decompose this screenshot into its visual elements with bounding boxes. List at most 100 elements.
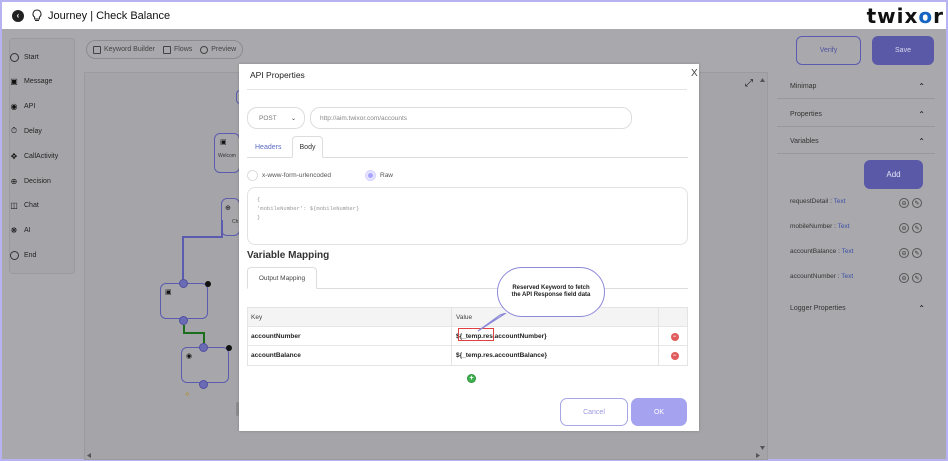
sidebar-item-callactivity[interactable]: ✥ CallActivity [9, 151, 59, 161]
edit-icon[interactable]: ✎ [912, 223, 922, 233]
sidebar-item-label: Decision [24, 177, 51, 185]
message-icon: ▣ [220, 139, 227, 146]
sidebar-item-label: Start [24, 53, 39, 61]
sidebar-item-ai[interactable]: ❋ AI [9, 225, 31, 235]
node-badge [205, 281, 211, 287]
tab-body[interactable]: Body [292, 136, 323, 158]
app-header: ‹ Journey | Check Balance twixor [2, 2, 946, 29]
chevron-down-icon: ⌄ [290, 115, 296, 122]
tab-output-mapping[interactable]: Output Mapping [247, 267, 317, 289]
sidebar-item-decision[interactable]: ⊕ Decision [9, 176, 51, 186]
sidebar-item-start[interactable]: Start [9, 52, 39, 62]
circle-icon [9, 52, 19, 62]
row-actions: − [660, 327, 689, 346]
radio-button-checked[interactable] [365, 170, 376, 181]
save-button[interactable]: Save [872, 36, 934, 65]
back-arrow-icon[interactable]: ‹ [12, 9, 24, 22]
connector-icon[interactable]: ✧ [184, 390, 191, 399]
api-icon: ◉ [10, 101, 18, 111]
delete-icon[interactable]: ⊖ [899, 248, 909, 258]
expand-icon[interactable]: ⤢ [745, 78, 753, 89]
node-output-port[interactable] [199, 380, 208, 389]
code-line: { [257, 196, 261, 203]
sidebar-item-end[interactable]: End [9, 250, 36, 260]
chevron-up-icon: ⌃ [918, 304, 925, 313]
modal-title: API Properties [250, 70, 305, 80]
ok-button[interactable]: OK [631, 398, 687, 426]
mapping-key[interactable]: accountBalance [248, 346, 452, 365]
column-header-actions [660, 308, 689, 327]
mapping-key[interactable]: accountNumber [248, 327, 452, 346]
request-body-editor[interactable]: { 'mobileNumber': ${mobileNumber} } [247, 187, 688, 245]
decision-icon: ⊕ [10, 176, 18, 186]
radio-raw[interactable]: Raw [365, 170, 393, 181]
move-arrows-icon: ✥ [10, 151, 18, 161]
flow-connector [182, 236, 184, 284]
delete-icon[interactable]: ⊖ [899, 198, 909, 208]
variable-item: accountBalance : Text [790, 248, 854, 255]
table-row: accountBalance ${_temp.res.accountBalanc… [248, 346, 687, 365]
lightbulb-icon [31, 9, 43, 23]
preview-button[interactable]: Preview [200, 45, 236, 54]
flow-connector [183, 332, 204, 334]
api-properties-modal: API Properties X POST ⌄ Headers Body x-w… [239, 64, 699, 431]
delete-icon[interactable]: ⊖ [899, 223, 909, 233]
stopwatch-icon: ⏱ [10, 126, 18, 135]
http-method-select[interactable]: POST ⌄ [247, 107, 305, 129]
callout-tail [477, 313, 507, 332]
delete-icon[interactable]: ⊖ [899, 273, 909, 283]
mapping-value[interactable]: ${_temp.res.accountBalance} [453, 346, 659, 365]
keyword-builder-icon [93, 45, 101, 54]
variable-item: mobileNumber : Text [790, 223, 850, 230]
add-variable-button[interactable]: Add [864, 160, 923, 189]
variable-actions: ⊖ ✎ [899, 273, 922, 283]
sidebar-item-label: Message [24, 77, 53, 85]
chevron-up-icon: ⌃ [918, 81, 925, 91]
code-line: 'mobileNumber': ${mobileNumber} [257, 205, 360, 212]
sidebar-item-label: Chat [24, 201, 39, 209]
sidebar-item-chat[interactable]: ◫ Chat [9, 200, 39, 210]
sidebar-item-label: AI [24, 226, 31, 234]
message-icon: ▣ [165, 289, 172, 296]
api-icon: ◉ [186, 353, 193, 360]
node-input-port[interactable] [179, 279, 188, 288]
node-output-port[interactable] [179, 316, 188, 325]
verify-button[interactable]: Verify [796, 36, 861, 65]
delete-row-icon[interactable]: − [670, 351, 679, 360]
keyword-builder-button[interactable]: Keyword Builder [93, 45, 155, 54]
horizontal-scrollbar[interactable] [84, 452, 764, 459]
cancel-button[interactable]: Cancel [560, 398, 628, 426]
callout-annotation: Reserved Keyword to fetch the API Respon… [497, 267, 605, 317]
close-icon[interactable]: X [691, 68, 698, 79]
minimap-section[interactable]: Minimap ⌃ [777, 74, 935, 99]
chat-icon: ◫ [10, 200, 18, 210]
delete-row-icon[interactable]: − [670, 332, 679, 341]
variable-actions: ⊖ ✎ [899, 223, 922, 233]
decision-icon: ⊕ [225, 205, 231, 212]
flows-icon [162, 45, 171, 54]
edit-icon[interactable]: ✎ [912, 273, 922, 283]
radio-urlencoded[interactable]: x-www-form-urlencoded [247, 170, 331, 181]
sidebar-item-label: Delay [24, 127, 42, 135]
vertical-scrollbar[interactable] [759, 78, 766, 450]
sidebar-item-message[interactable]: ▣ Message [9, 76, 52, 86]
canvas-toolbar: Keyword Builder Flows Preview [86, 40, 244, 59]
add-row-icon[interactable]: + [467, 374, 476, 383]
tab-headers[interactable]: Headers [255, 136, 281, 158]
properties-section[interactable]: Properties ⌃ [777, 102, 935, 127]
flows-button[interactable]: Flows [162, 45, 192, 54]
radio-button[interactable] [247, 170, 258, 181]
node-label: Ch [232, 219, 239, 225]
table-header-row: Key Value [248, 308, 687, 327]
sidebar-item-api[interactable]: ◉ API [9, 101, 36, 111]
node-input-port[interactable] [199, 343, 208, 352]
url-input[interactable] [310, 107, 632, 129]
logger-properties-section[interactable]: Logger Properties ⌃ [777, 296, 935, 321]
variable-item: requestDetail : Text [790, 198, 846, 205]
sidebar-item-delay[interactable]: ⏱ Delay [9, 126, 42, 136]
edit-icon[interactable]: ✎ [912, 198, 922, 208]
chevron-up-icon: ⌃ [918, 109, 925, 119]
variables-section[interactable]: Variables ⌃ [777, 129, 935, 154]
node-badge [226, 345, 232, 351]
edit-icon[interactable]: ✎ [912, 248, 922, 258]
